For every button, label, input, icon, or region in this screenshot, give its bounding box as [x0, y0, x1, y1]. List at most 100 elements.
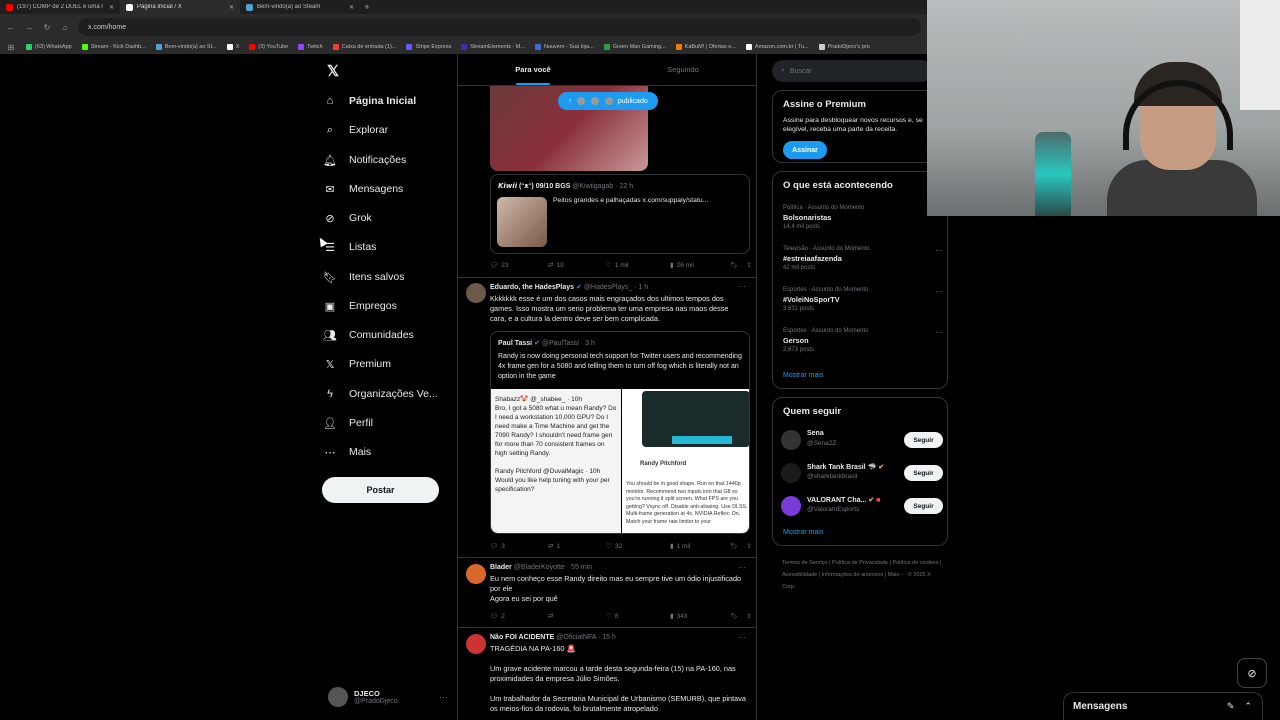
post-button[interactable]: Postar	[322, 477, 439, 503]
more-dots-icon[interactable]: ···	[935, 287, 943, 296]
like-button[interactable]: ♡ 32	[606, 542, 670, 551]
subscribe-button[interactable]: Assinar	[783, 141, 827, 159]
bookmark-icon[interactable]: 🔖︎	[730, 542, 738, 550]
nav-verified-orgs[interactable]: ϟ Organizações Ve...	[322, 383, 438, 405]
bookmark-item[interactable]: Bem-vindo(a) ao St...	[155, 44, 217, 50]
bookmark-item[interactable]: Stripe Express	[406, 44, 451, 50]
more-dots-icon[interactable]: ···	[935, 246, 943, 255]
nav-profile[interactable]: 👤︎ Perfil	[322, 412, 373, 434]
tab-following[interactable]: Seguindo	[608, 54, 756, 85]
trend-item[interactable]: Política · Assunto do Momento Bolsonaris…	[783, 205, 943, 230]
bookmark-item[interactable]: (3) YouTube	[249, 44, 288, 50]
close-tab-icon[interactable]: ✕	[349, 4, 354, 11]
browser-tab-x[interactable]: Página Inicial / X ✕	[120, 0, 240, 14]
nav-explore[interactable]: ⌕ Explorar	[322, 119, 388, 141]
nav-bookmarks[interactable]: 🔖︎ Itens salvos	[322, 266, 404, 288]
follow-suggestion[interactable]: Shark Tank Brasil 🦈 ✔ @sharktankbrasil S…	[781, 461, 943, 485]
avatar[interactable]	[466, 634, 486, 654]
author-name[interactable]: Blader	[490, 564, 512, 571]
new-message-icon[interactable]: ✎	[1227, 701, 1235, 712]
quoted-tweet[interactable]: 𝙆𝙞𝙬𝙞𝙞 (ᵔᴥᵔ) 09/10 BGS @Kiwiigagab · 22 h…	[490, 174, 750, 254]
nav-lists[interactable]: ☰ Listas	[322, 236, 376, 258]
reply-button[interactable]: 💬︎ 3	[490, 542, 548, 551]
bookmark-icon[interactable]: 🔖︎	[730, 612, 738, 620]
nav-messages[interactable]: ✉ Mensagens	[322, 178, 403, 200]
nav-more[interactable]: ⋯ Mais	[322, 441, 372, 463]
forward-icon[interactable]: →	[24, 23, 34, 32]
avatar	[589, 96, 600, 106]
new-posts-pill[interactable]: ↑ publicado	[558, 92, 658, 110]
author-name[interactable]: Não FOI ACIDENTE	[490, 634, 554, 641]
avatar[interactable]	[466, 283, 486, 303]
bookmark-item[interactable]: Amazon.com.br | Tu...	[745, 44, 809, 50]
search-input[interactable]: ⌕ Buscar	[772, 60, 932, 82]
close-tab-icon[interactable]: ✕	[229, 4, 234, 11]
show-more-trends-link[interactable]: Mostrar mais	[783, 372, 823, 379]
trend-item[interactable]: Televisão · Assunto do Momento #estreiaa…	[783, 246, 943, 271]
more-dots-icon[interactable]: ···	[738, 563, 746, 572]
youtube-favicon-icon	[6, 3, 13, 11]
show-more-follows-link[interactable]: Mostrar mais	[783, 529, 823, 536]
nav-communities[interactable]: 👥︎ Comunidades	[322, 324, 414, 346]
follow-suggestion[interactable]: Sena @Sena2Z Seguir	[781, 428, 943, 452]
quoted-tweet[interactable]: Paul Tassi ✔ @PaulTassi · 3 h Randy is n…	[490, 331, 750, 534]
reply-button[interactable]: 💬︎ 23	[490, 261, 548, 270]
share-icon[interactable]: ⇪	[747, 261, 752, 269]
repost-button[interactable]: ⇄	[548, 612, 606, 620]
share-icon[interactable]: ⇪	[747, 542, 752, 550]
home-icon[interactable]: ⌂	[60, 23, 70, 32]
share-icon[interactable]: ⇪	[747, 612, 752, 620]
like-button[interactable]: ♡ 8	[606, 612, 670, 621]
back-icon[interactable]: ←	[6, 23, 16, 32]
grok-floating-button[interactable]: ⊘	[1237, 658, 1267, 688]
trend-item[interactable]: Esportes · Assunto do Momento #VoleiNoSp…	[783, 287, 943, 312]
new-tab-icon[interactable]: +	[360, 0, 374, 14]
views-button[interactable]: ▮ 1 mil	[670, 542, 722, 551]
views-button[interactable]: ▮ 343	[670, 612, 722, 621]
repost-button[interactable]: ⇄ 19	[548, 261, 606, 270]
bookmark-item[interactable]: Twitch	[298, 44, 323, 50]
like-button[interactable]: ♡ 1 mil	[606, 261, 670, 270]
account-switcher[interactable]: DJECO @PradoDjeco ···	[328, 684, 448, 710]
apps-icon[interactable]: ⊞	[6, 43, 16, 52]
trends-title: O que está acontecendo	[783, 180, 893, 191]
bookmark-item[interactable]: X	[226, 44, 239, 50]
follow-button[interactable]: Seguir	[904, 498, 943, 514]
more-dots-icon[interactable]: ···	[738, 282, 746, 291]
nav-home[interactable]: ⌂ Página Inicial	[322, 90, 416, 112]
repost-button[interactable]: ⇄ 1	[548, 542, 606, 551]
bookmark-item[interactable]: PradoDjeco's pro	[818, 44, 870, 50]
reply-button[interactable]: 💬︎ 2	[490, 612, 548, 621]
browser-tab-steam[interactable]: Bem-vindo(a) ao Steam ✕	[240, 0, 360, 14]
bookmark-item[interactable]: Caixa de entrada (1)...	[332, 44, 396, 50]
more-dots-icon[interactable]: ···	[738, 633, 746, 642]
more-dots-icon[interactable]: ···	[935, 328, 943, 337]
bookmark-item[interactable]: (63) WhatsApp	[26, 44, 72, 50]
browser-tab-youtube[interactable]: (197) COMP de 2 DUEL é uma l ✕	[0, 0, 120, 14]
bookmark-item[interactable]: Green Man Gaming...	[603, 44, 666, 50]
nav-premium[interactable]: 𝕏 Premium	[322, 353, 391, 375]
follow-button[interactable]: Seguir	[904, 432, 943, 448]
x-logo-icon[interactable]: 𝕏	[327, 64, 343, 80]
tab-for-you[interactable]: Para você	[458, 54, 608, 85]
bookmark-item[interactable]: Nuuvem - Sua loja...	[534, 44, 594, 50]
reload-icon[interactable]: ↻	[42, 23, 52, 32]
bookmark-item[interactable]: StreamElements - M...	[461, 44, 525, 50]
footer-links[interactable]: Termos de Serviço | Política de Privacid…	[782, 557, 942, 593]
address-bar[interactable]: x.com/home	[78, 18, 921, 36]
expand-icon[interactable]: ⌃	[1244, 701, 1252, 712]
nav-notifications[interactable]: 🔔︎ Notificações	[322, 149, 406, 171]
follow-button[interactable]: Seguir	[904, 465, 943, 481]
nav-jobs[interactable]: ▣ Empregos	[322, 295, 397, 317]
messages-drawer[interactable]: Mensagens ✎ ⌃	[1063, 692, 1263, 720]
author-name[interactable]: Eduardo, the HadesPlays	[490, 284, 574, 291]
bookmark-item[interactable]: Stream - Kick Dashb...	[81, 44, 146, 50]
views-button[interactable]: ▮ 26 mil	[670, 261, 722, 270]
trend-item[interactable]: Esportes · Assunto do Momento Gerson 2.6…	[783, 328, 943, 353]
bookmark-item[interactable]: KaBuM! | Ofertas e...	[675, 44, 736, 50]
follow-suggestion[interactable]: VALORANT Cha... ✔ ■ @ValorantEsports Seg…	[781, 494, 943, 518]
nav-grok[interactable]: ⊘ Grok	[322, 207, 371, 229]
close-tab-icon[interactable]: ✕	[109, 4, 114, 11]
bookmark-icon[interactable]: 🔖︎	[730, 261, 738, 269]
avatar[interactable]	[466, 564, 486, 584]
